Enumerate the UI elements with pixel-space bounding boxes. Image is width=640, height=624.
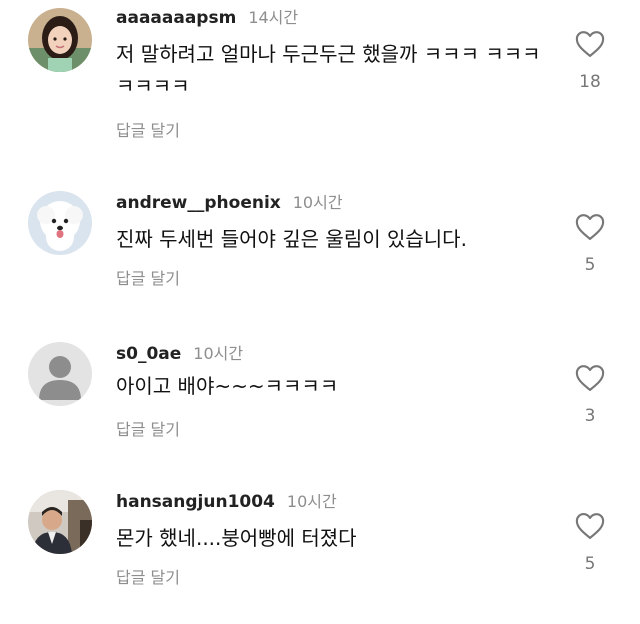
white-dog-avatar-image (28, 191, 92, 255)
comment-username[interactable]: s0_0ae (116, 344, 181, 364)
avatar[interactable] (28, 342, 92, 406)
like-count: 5 (584, 554, 596, 574)
comment-header: hansangjun1004 10시간 (116, 488, 337, 512)
comment-timestamp: 14시간 (248, 8, 299, 27)
heart-outline-icon[interactable] (575, 213, 605, 241)
heart-outline-icon[interactable] (575, 30, 605, 58)
comment-timestamp: 10시간 (193, 344, 244, 363)
like-count: 18 (579, 72, 601, 92)
like-area: 5 (568, 213, 612, 275)
comment-username[interactable]: aaaaaaapsm (116, 8, 236, 28)
comment-header: aaaaaaapsm 14시간 (116, 4, 298, 28)
like-area: 3 (568, 364, 612, 426)
comment-text: 진짜 두세번 들어야 깊은 울림이 있습니다. (116, 227, 467, 251)
like-count: 3 (584, 406, 596, 426)
comment-timestamp: 10시간 (286, 492, 337, 511)
like-area: 18 (568, 30, 612, 92)
comment-item: hansangjun1004 10시간 몬가 했네....붕어빵에 터졌다 답글… (0, 484, 640, 624)
reply-button[interactable]: 답글 달기 (116, 117, 180, 141)
comment-text: 아이고 배야~~~ㅋㅋㅋㅋ (116, 374, 339, 398)
comment-username[interactable]: hansangjun1004 (116, 492, 275, 512)
comment-username[interactable]: andrew__phoenix (116, 193, 281, 213)
reply-button[interactable]: 답글 달기 (116, 564, 180, 588)
default-user-avatar-image (28, 342, 92, 406)
avatar[interactable] (28, 8, 92, 72)
comment-text: 저 말하려고 얼마나 두근두근 했을까 ㅋㅋㅋ ㅋㅋㅋㅋㅋㅋㅋ (116, 42, 541, 98)
heart-outline-icon[interactable] (575, 364, 605, 392)
reply-button[interactable]: 답글 달기 (116, 265, 180, 289)
comment-header: andrew__phoenix 10시간 (116, 189, 343, 213)
comment-item: aaaaaaapsm 14시간 저 말하려고 얼마나 두근두근 했을까 ㅋㅋㅋ … (0, 0, 640, 140)
like-count: 5 (584, 255, 596, 275)
reply-button[interactable]: 답글 달기 (116, 416, 180, 440)
comment-item: s0_0ae 10시간 아이고 배야~~~ㅋㅋㅋㅋ 답글 달기 3 (0, 336, 640, 476)
avatar[interactable] (28, 490, 92, 554)
comment-text: 몬가 했네....붕어빵에 터졌다 (116, 526, 357, 550)
man-avatar-image (28, 490, 92, 554)
comment-header: s0_0ae 10시간 (116, 340, 243, 364)
girl-avatar-image (28, 8, 92, 72)
comment-timestamp: 10시간 (292, 193, 343, 212)
avatar[interactable] (28, 191, 92, 255)
like-area: 5 (568, 512, 612, 574)
comment-item: andrew__phoenix 10시간 진짜 두세번 들어야 깊은 울림이 있… (0, 185, 640, 325)
heart-outline-icon[interactable] (575, 512, 605, 540)
